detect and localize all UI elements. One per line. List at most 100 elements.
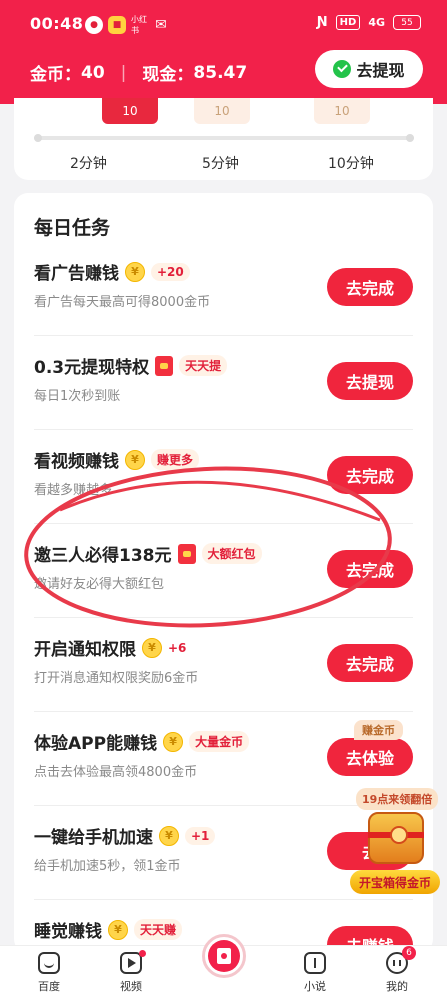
task-action-button[interactable]: 去体验 赚金币 [327,720,413,776]
task-title: 体验APP能赚钱 [34,734,158,754]
app-notification-icon: ■ [108,16,126,34]
task-title: 看视频赚钱 [34,452,119,472]
wechat-icon [333,60,352,78]
task-title: 睡觉赚钱 [34,922,102,942]
task-tag: 天天赚 [134,919,183,940]
task-subtitle: 邀请好友必得大额红包 [34,577,165,592]
divider: | [120,62,127,83]
bottom-navigation: 百度 视频 小说 6 我的 [0,934,447,1000]
nav-item-video[interactable]: 视频 [106,950,156,994]
task-tag: +20 [151,262,190,281]
nav-label: 视频 [120,980,142,993]
coin-icon: ¥ [125,449,145,470]
task-tag: +1 [185,826,216,845]
cash-label: 现金： [142,65,194,85]
balance-summary: 金币： 40 | 现金： 85.47 [30,60,248,86]
progress-dot [406,134,414,142]
task-title: 邀三人必得138元 [34,546,172,566]
progress-dot [34,134,42,142]
task-tag: 大额红包 [201,543,262,564]
task-row: 看视频赚钱 ¥ 赚更多 看越多赚越多 去完成 [14,429,433,524]
withdraw-label: 去提现 [356,61,405,80]
battery-icon: 55 [393,15,421,30]
withdraw-button[interactable]: 去提现 [315,50,423,88]
hd-icon: HD [335,15,361,30]
task-row: 0.3元提现特权 天天提 每日1次秒到账 去提现 [14,335,433,430]
task-title-row: 邀三人必得138元 大额红包 [34,541,262,566]
timer-reward-box[interactable]: 10 [314,98,370,124]
timer-label: 5分钟 [202,156,239,172]
book-icon [304,952,326,974]
coins-value: 40 [81,62,105,83]
cash-value: 85.47 [193,62,248,83]
nav-label: 我的 [386,980,408,993]
coin-icon: ¥ [163,731,184,752]
timer-reward-box[interactable]: 10 [102,98,158,124]
nav-label: 小说 [304,980,326,993]
coin-icon: ¥ [159,825,179,846]
task-action-button[interactable]: 去完成 [327,644,413,682]
nav-item-baidu[interactable]: 百度 [24,952,74,994]
home-icon [38,952,60,974]
treasure-action-label: 开宝箱得金币 [350,870,440,894]
task-title: 一键给手机加速 [34,828,153,848]
status-right: Ɲ HD 4G 55 [317,15,421,30]
coin-icon: ¥ [142,637,162,658]
red-packet-icon [208,940,240,972]
task-subtitle: 每日1次秒到账 [34,389,121,404]
task-row: 看广告赚钱 ¥ +20 看广告每天最高可得8000金币 去完成 [14,241,433,336]
treasure-timer-label: 19点来领翻倍 [356,788,439,810]
signal-icon: 4G [368,16,385,29]
task-title-row: 看视频赚钱 ¥ 赚更多 [34,447,200,472]
status-bar: 00:48 ● ■ 小红书 ✉ Ɲ HD 4G 55 [0,10,447,38]
task-subtitle: 点击去体验最高领4800金币 [34,765,198,780]
task-subtitle: 打开消息通知权限奖励6金币 [34,671,199,686]
status-time: 00:48 [30,14,84,33]
task-subtitle: 看广告每天最高可得8000金币 [34,295,211,310]
task-action-button[interactable]: 去提现 [327,362,413,400]
task-action-button[interactable]: 去完成 [327,550,413,588]
task-tag: 天天提 [179,355,228,376]
notification-badge: 6 [402,946,416,960]
app-notification-icon: ● [85,16,103,34]
timer-label: 2分钟 [70,156,107,172]
treasure-chest-icon [368,812,424,864]
coin-icon: ¥ [125,261,145,282]
task-title-row: 一键给手机加速 ¥ +1 [34,823,216,848]
task-subtitle: 看越多赚越多 [34,483,113,498]
timer-reward-box[interactable]: 10 [194,98,250,124]
earn-coins-badge: 赚金币 [354,720,403,740]
notification-dot [139,950,146,957]
coins-label: 金币： [30,65,81,85]
task-title: 0.3元提现特权 [34,358,150,378]
task-title-row: 睡觉赚钱 ¥ 天天赚 [34,917,183,942]
task-title: 看广告赚钱 [34,264,119,284]
nfc-icon: Ɲ [316,15,328,30]
task-title-row: 0.3元提现特权 天天提 [34,353,228,378]
task-tag: +6 [168,640,187,655]
app-header: 00:48 ● ■ 小红书 ✉ Ɲ HD 4G 55 金币： 40 | 现金： … [0,0,447,104]
task-tag: 赚更多 [151,449,200,470]
timer-progress-bar [34,134,414,142]
task-title: 开启通知权限 [34,640,136,660]
task-row: 邀三人必得138元 大额红包 邀请好友必得大额红包 去完成 [14,523,433,618]
task-row: 开启通知权限 ¥ +6 打开消息通知权限奖励6金币 去完成 [14,617,433,712]
section-title: 每日任务 [34,217,111,239]
xiaohongshu-icon: 小红书 [131,15,147,35]
timer-label: 10分钟 [328,156,374,172]
task-title-row: 体验APP能赚钱 ¥ 大量金币 [34,729,250,754]
task-title-row: 看广告赚钱 ¥ +20 [34,259,190,284]
task-title-row: 开启通知权限 ¥ +6 [34,635,186,660]
task-action-button[interactable]: 去完成 [327,456,413,494]
nav-label: 百度 [38,980,60,993]
wechat-notification-icon: ✉ [155,17,167,33]
task-action-button[interactable]: 去完成 [327,268,413,306]
nav-item-me[interactable]: 6 我的 [372,946,422,994]
timer-reward-card: 10 10 10 2分钟 5分钟 10分钟 [14,98,433,180]
task-tag: 大量金币 [189,731,250,752]
treasure-chest-widget[interactable]: 19点来领翻倍 开宝箱得金币 [350,788,440,896]
red-packet-icon [155,355,174,376]
red-packet-icon [177,543,196,564]
nav-item-novel[interactable]: 小说 [290,952,340,994]
nav-center-red-packet-button[interactable] [202,934,246,978]
